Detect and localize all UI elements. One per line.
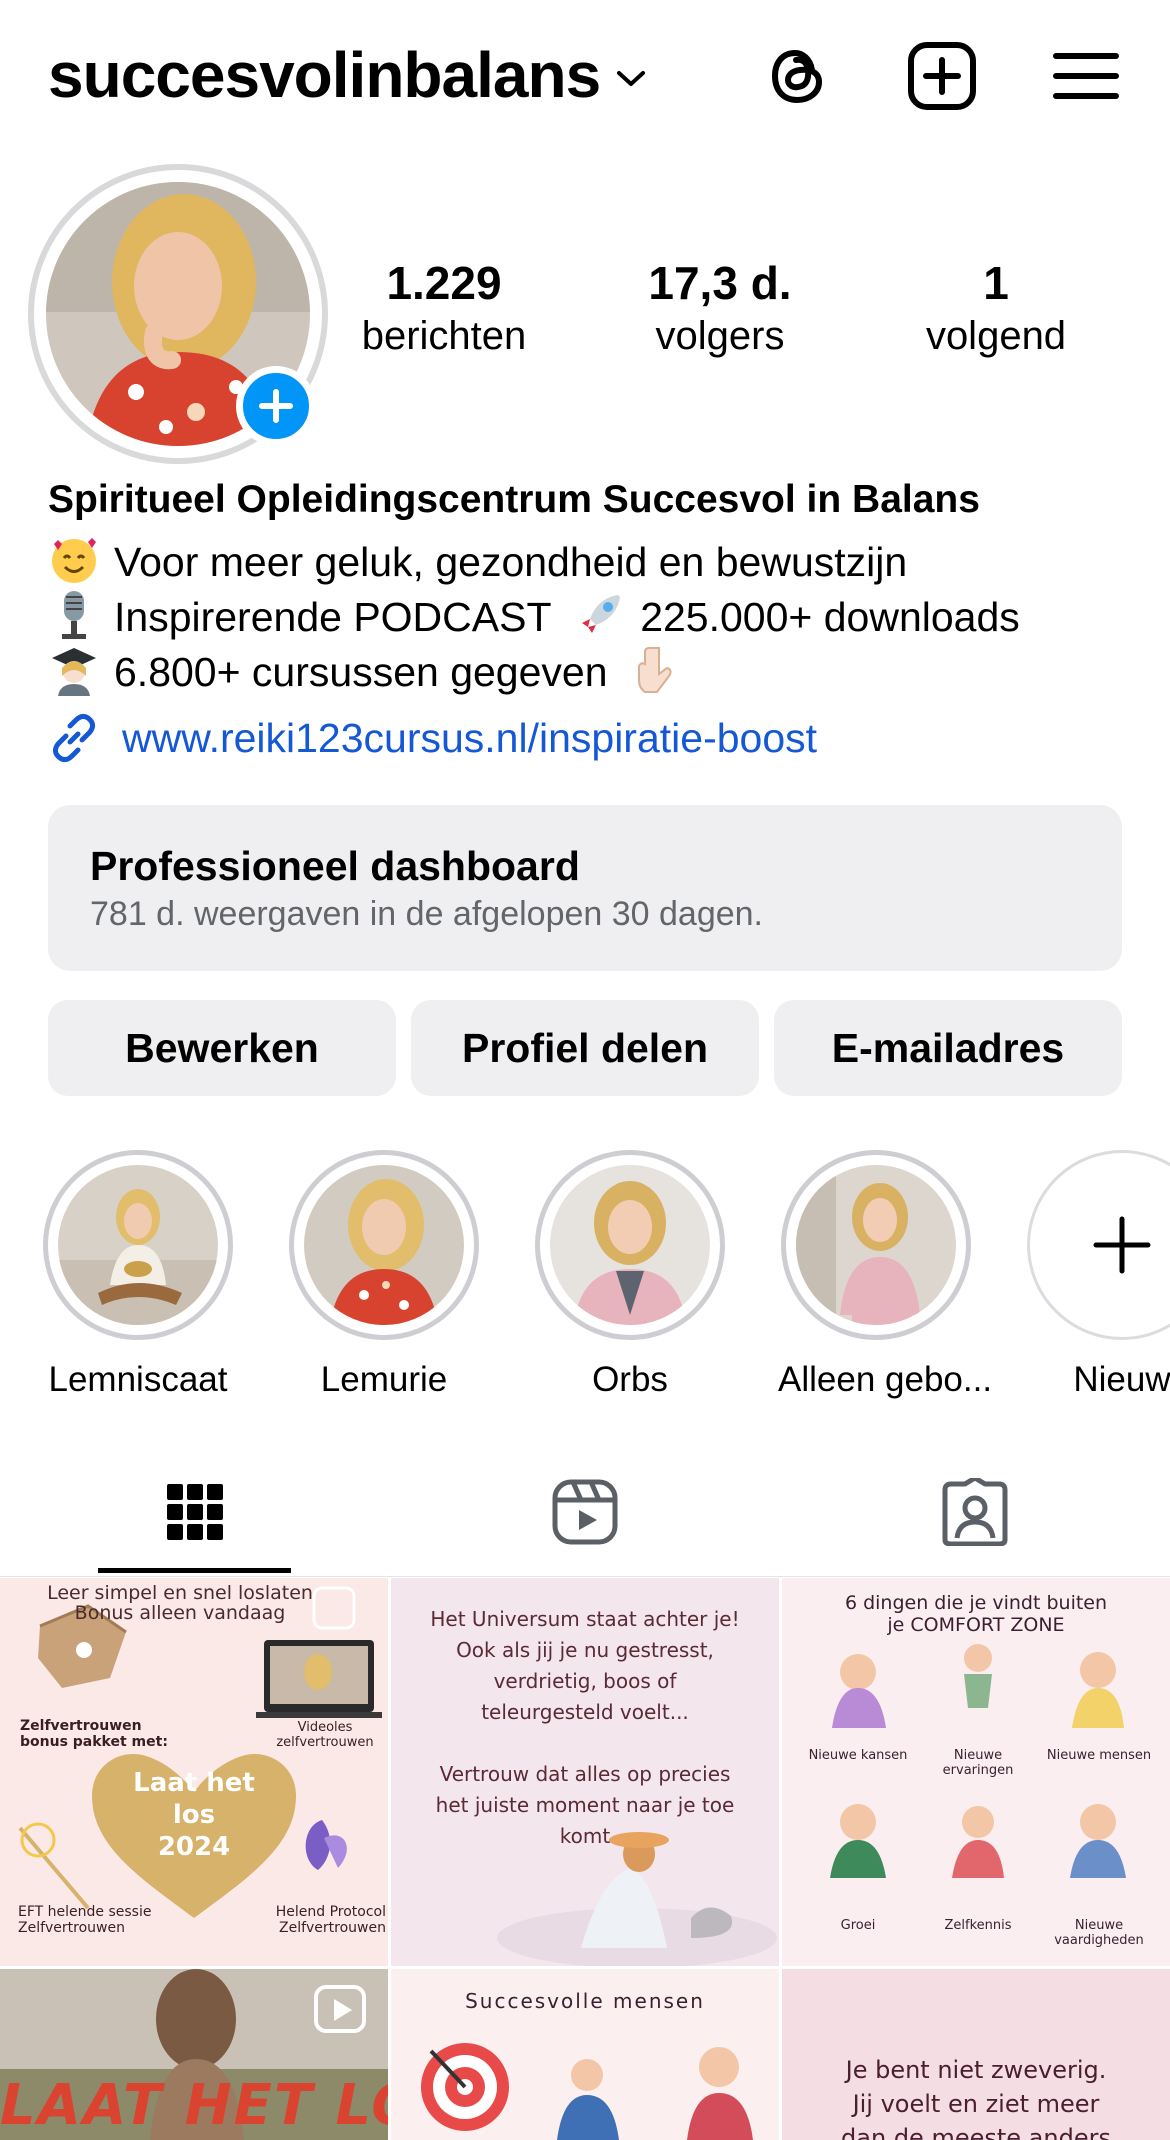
tab-posts-grid[interactable] xyxy=(0,1448,390,1576)
post-thumbnail[interactable]: LAAT HET LOS! xyxy=(0,1969,388,2140)
divider xyxy=(0,1576,1170,1577)
bio: Voor meer geluk, gezondheid en bewustzij… xyxy=(48,534,1128,699)
dashboard-subtitle: 781 d. weergaven in de afgelopen 30 dage… xyxy=(90,895,763,933)
highlight-cover xyxy=(58,1165,218,1325)
bio-line: 6.800+ cursussen gegeven xyxy=(48,644,1128,699)
tab-tagged[interactable] xyxy=(780,1448,1170,1576)
post-thumbnail[interactable]: Je bent niet zweverig. Jij voelt en ziet … xyxy=(782,1969,1170,2140)
link-icon xyxy=(52,713,96,763)
highlight-orbs[interactable]: Orbs xyxy=(532,1150,728,1400)
following-count[interactable]: 1 volgend xyxy=(876,255,1116,361)
email-button[interactable]: E-mailadres xyxy=(774,1000,1122,1096)
account-switcher[interactable]: succesvolinbalans xyxy=(48,38,646,112)
highlight-lemniscaat[interactable]: Lemniscaat xyxy=(40,1150,236,1400)
plus-icon xyxy=(1093,1216,1151,1274)
username: succesvolinbalans xyxy=(48,39,601,111)
plus-icon xyxy=(259,389,293,423)
active-tab-indicator xyxy=(98,1568,291,1573)
professional-dashboard[interactable]: Professioneel dashboard 781 d. weergaven… xyxy=(48,805,1122,971)
share-profile-button[interactable]: Profiel delen xyxy=(411,1000,759,1096)
pointing-down-icon xyxy=(637,647,672,693)
highlight-cover xyxy=(550,1165,710,1325)
bio-line: Inspirerende PODCAST 225.000+ downloads xyxy=(48,589,1128,644)
grid-icon xyxy=(167,1484,223,1540)
smiling-face-hearts-icon xyxy=(52,538,96,583)
chevron-down-icon xyxy=(617,71,646,86)
highlight-new[interactable]: Nieuw xyxy=(1024,1150,1170,1400)
threads-icon[interactable] xyxy=(762,40,834,112)
highlight-cover xyxy=(796,1165,956,1325)
post-caption: Het Universum staat achter je! Ook als ji… xyxy=(430,1607,740,1848)
post-caption: Je bent niet zweverig. Jij voelt en ziet … xyxy=(841,2056,1111,2140)
dashboard-title: Professioneel dashboard xyxy=(90,843,580,889)
profile-name: Spiritueel Opleidingscentrum Succesvol i… xyxy=(48,478,980,521)
highlight-cover xyxy=(304,1165,464,1325)
post-thumbnail[interactable]: Leer simpel en snel loslaten Bonus allee… xyxy=(0,1578,388,1966)
highlight-label: Lemurie xyxy=(320,1360,448,1399)
microphone-icon xyxy=(62,591,86,639)
posts-count[interactable]: 1.229 berichten xyxy=(324,255,564,361)
profile-tabs xyxy=(0,1448,1170,1578)
top-bar: succesvolinbalans xyxy=(0,0,1170,150)
highlight-alleen-gebo[interactable]: Alleen gebo... xyxy=(778,1150,993,1400)
post-thumbnail[interactable]: Succesvolle mensen xyxy=(391,1969,779,2140)
highlight-label: Nieuw xyxy=(1073,1360,1170,1399)
bio-link[interactable]: www.reiki123cursus.nl/inspiratie-boost xyxy=(48,712,817,764)
followers-count[interactable]: 17,3 d. volgers xyxy=(600,255,840,361)
reels-icon xyxy=(552,1479,618,1545)
create-post-icon[interactable] xyxy=(906,40,978,112)
tagged-person-icon xyxy=(942,1478,1008,1546)
rocket-icon xyxy=(580,595,621,635)
highlight-lemurie[interactable]: Lemurie xyxy=(286,1150,482,1400)
edit-profile-button[interactable]: Bewerken xyxy=(48,1000,396,1096)
graduate-icon xyxy=(52,648,96,696)
bio-link-text[interactable]: www.reiki123cursus.nl/inspiratie-boost xyxy=(122,715,817,762)
post-thumbnail[interactable]: Het Universum staat achter je! Ook als ji… xyxy=(391,1578,779,1966)
add-story-button[interactable] xyxy=(236,366,316,446)
menu-icon[interactable] xyxy=(1050,40,1122,112)
highlight-label: Alleen gebo... xyxy=(778,1360,993,1399)
highlight-label: Orbs xyxy=(592,1360,668,1399)
post-thumbnail[interactable]: 6 dingen die je vindt buiten je COMFORT … xyxy=(782,1578,1170,1966)
bio-line: Voor meer geluk, gezondheid en bewustzij… xyxy=(48,534,1128,589)
highlight-label: Lemniscaat xyxy=(48,1360,228,1399)
tab-reels[interactable] xyxy=(390,1448,780,1576)
